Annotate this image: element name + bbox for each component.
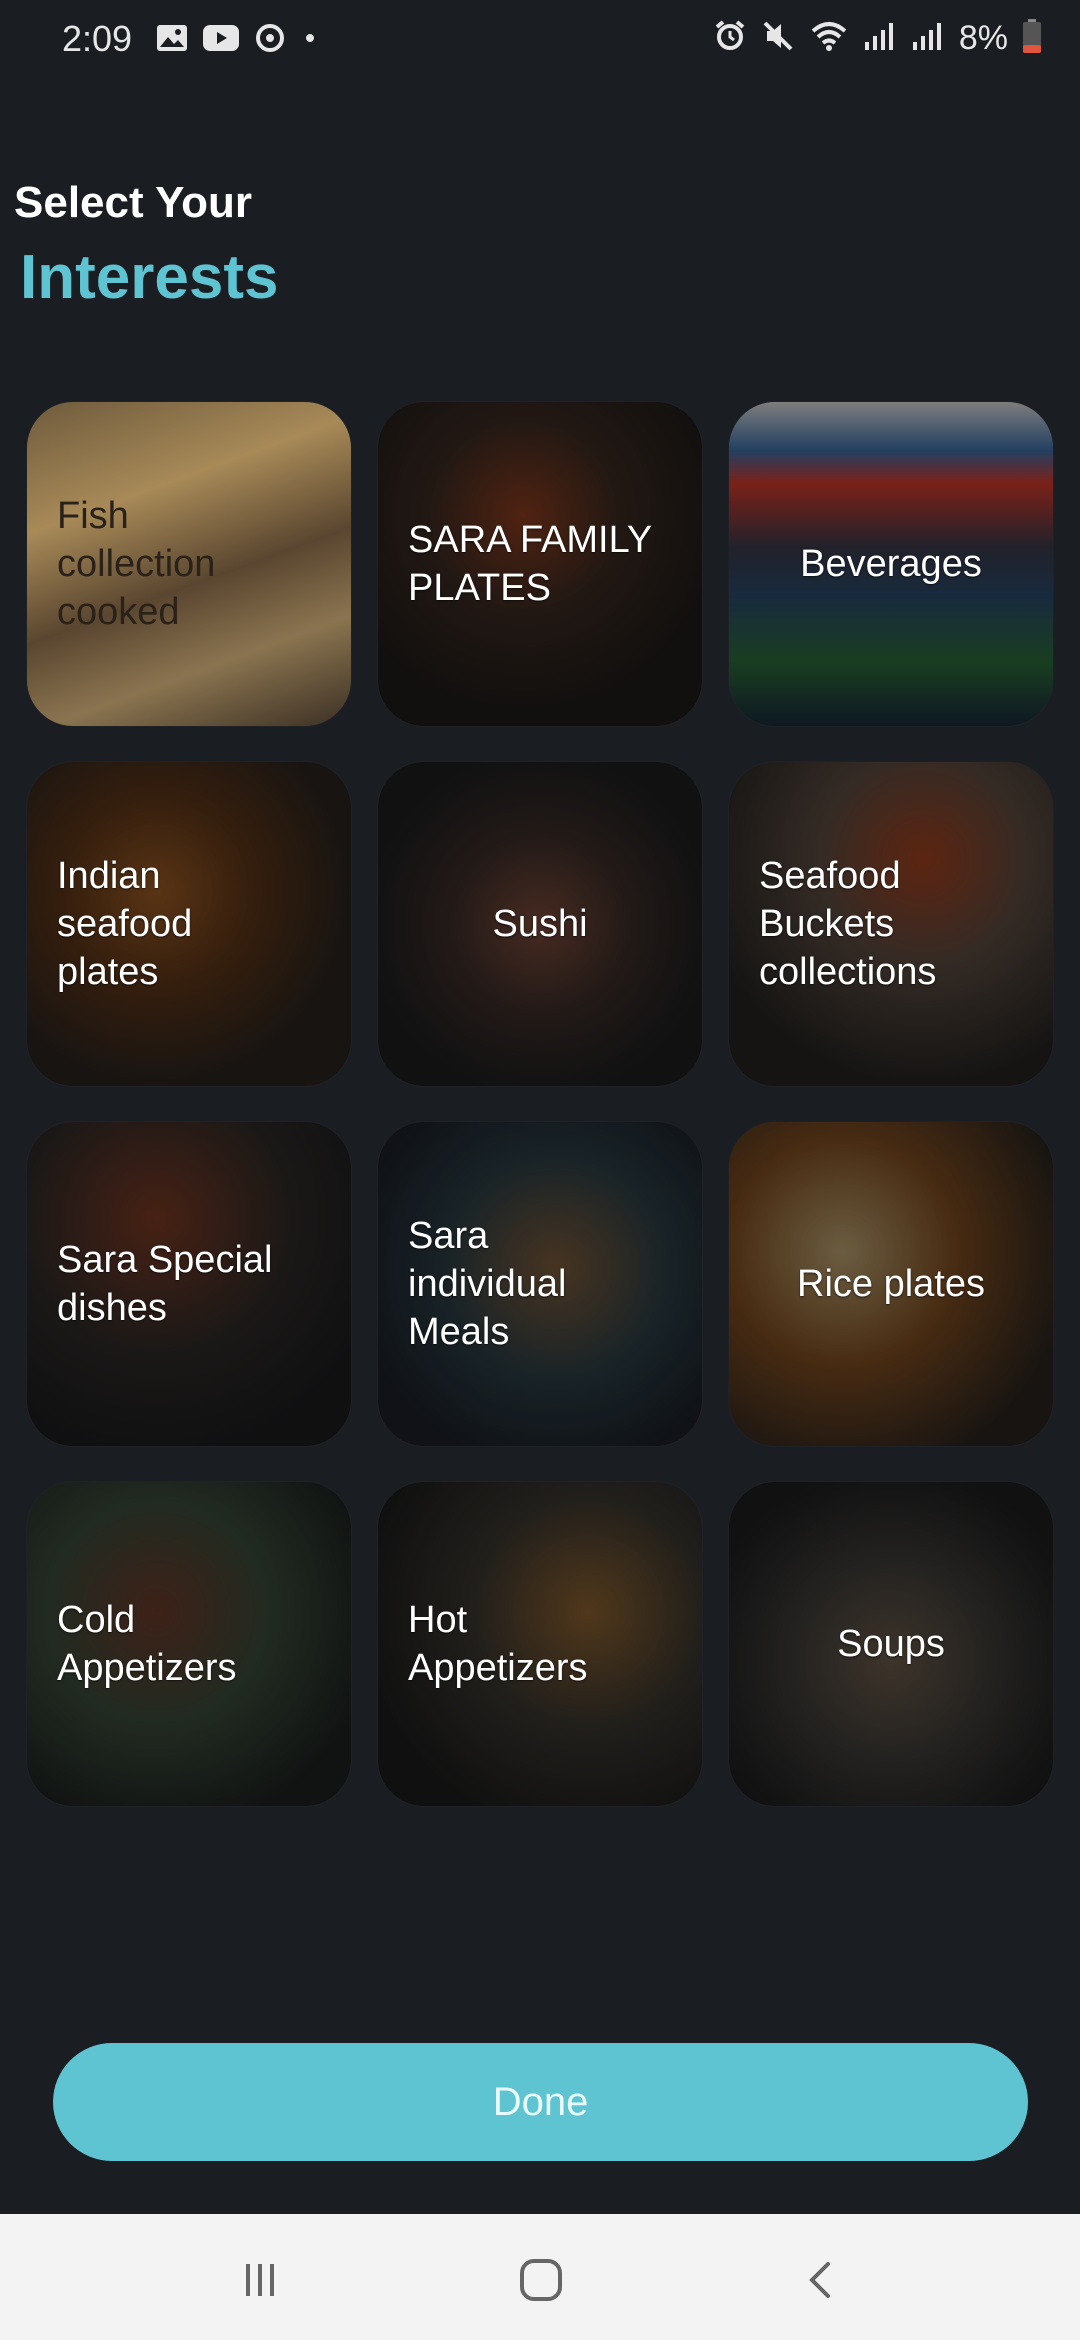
mute-icon: [761, 19, 795, 58]
tile-label: Fish collection cooked: [57, 495, 216, 633]
tile-fish-collection[interactable]: Fish collection cooked: [27, 402, 351, 726]
status-bar: 2:09 8%: [0, 0, 1080, 84]
youtube-icon: [202, 24, 240, 57]
tile-label: Hot Appetizers: [408, 1599, 588, 1689]
system-nav-bar: [0, 2214, 1080, 2340]
tile-label: Indian seafood plates: [57, 855, 193, 993]
status-time: 2:09: [62, 18, 133, 59]
battery-percent: 8%: [958, 19, 1008, 57]
home-icon[interactable]: [511, 2250, 571, 2310]
tile-label: SARA FAMILY PLATES: [408, 519, 653, 609]
signal-icon: [863, 20, 897, 57]
tile-label: Soups: [837, 1623, 945, 1665]
wifi-icon: [809, 19, 849, 58]
tile-cold-appetizers[interactable]: Cold Appetizers: [27, 1482, 351, 1806]
tile-label: Cold Appetizers: [57, 1599, 237, 1689]
tile-beverages[interactable]: Beverages: [729, 402, 1053, 726]
title-select-your: Select Your: [14, 178, 253, 227]
tile-sushi[interactable]: Sushi: [378, 762, 702, 1086]
tile-indian-seafood[interactable]: Indian seafood plates: [27, 762, 351, 1086]
alarm-icon: [713, 19, 747, 58]
recent-apps-icon[interactable]: [230, 2250, 290, 2310]
tile-sara-family-plates[interactable]: SARA FAMILY PLATES: [378, 402, 702, 726]
tile-seafood-buckets[interactable]: Seafood Buckets collections: [729, 762, 1053, 1086]
tile-label: Sara individual Meals: [408, 1215, 567, 1353]
tile-label: Sara Special dishes: [57, 1239, 273, 1329]
tile-hot-appetizers[interactable]: Hot Appetizers: [378, 1482, 702, 1806]
dot-icon: [300, 28, 320, 53]
tile-sara-individual[interactable]: Sara individual Meals: [378, 1122, 702, 1446]
image-icon: [156, 24, 188, 57]
tile-label: Rice plates: [797, 1263, 985, 1305]
back-icon[interactable]: [792, 2250, 852, 2310]
done-button[interactable]: Done: [53, 2043, 1028, 2161]
tile-soups[interactable]: Soups: [729, 1482, 1053, 1806]
tile-label: Sushi: [492, 903, 588, 945]
sync-icon: [254, 22, 286, 59]
tile-label: Beverages: [800, 543, 982, 585]
title-interests: Interests: [20, 243, 279, 312]
tile-rice-plates[interactable]: Rice plates: [729, 1122, 1053, 1446]
battery-icon: [1022, 18, 1042, 59]
tile-label: Seafood Buckets collections: [759, 855, 937, 993]
signal-icon: [911, 20, 945, 57]
tile-sara-special[interactable]: Sara Special dishes: [27, 1122, 351, 1446]
